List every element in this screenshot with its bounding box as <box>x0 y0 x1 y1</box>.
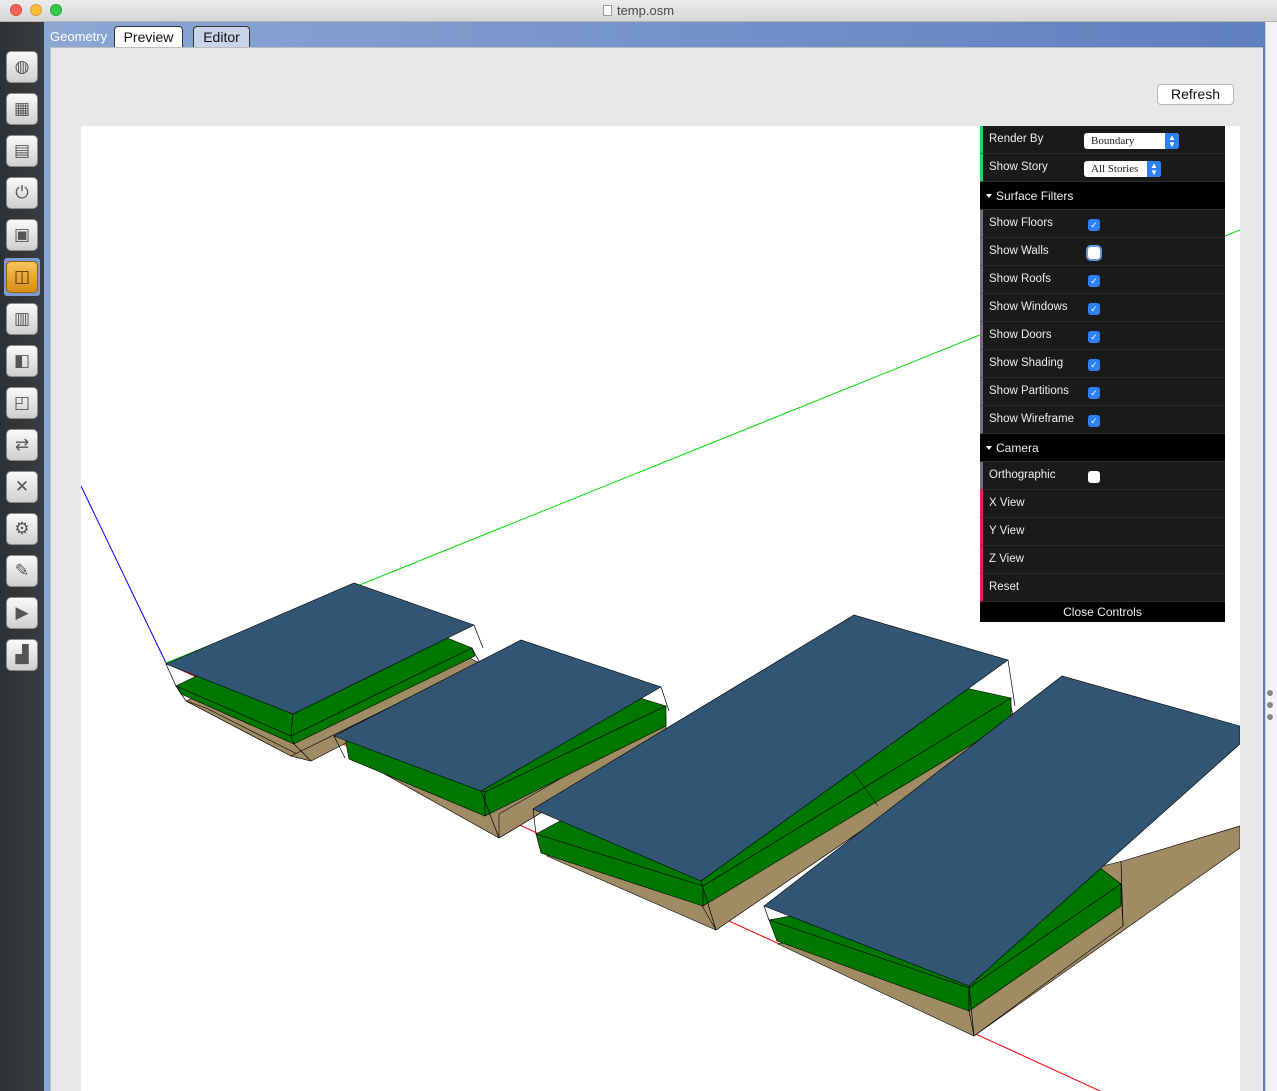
show-walls-row: Show Walls <box>980 238 1225 266</box>
select-stepper-icon: ▲ ▼ <box>1165 133 1179 149</box>
splitter-grip-dot <box>1267 702 1273 708</box>
thermal-zones-icon: ◰ <box>6 387 38 419</box>
show-doors-row: Show Doors ✓ <box>980 322 1225 350</box>
render-by-select[interactable]: Boundary ▲ ▼ <box>1084 133 1179 149</box>
camera-title: Camera <box>996 441 1039 455</box>
hvac-systems-icon: ⇄ <box>6 429 38 461</box>
show-roofs-row: Show Roofs ✓ <box>980 266 1225 294</box>
reset-label: Reset <box>989 581 1020 593</box>
show-shading-label: Show Shading <box>989 357 1064 369</box>
simulation-settings-gear-icon: ⚙ <box>6 513 38 545</box>
sidebar-item-variables[interactable]: ✕ <box>4 468 40 506</box>
show-roofs-label: Show Roofs <box>989 273 1052 285</box>
facility-building-icon: ▥ <box>6 303 38 335</box>
splitter-grip-dot <box>1267 714 1273 720</box>
sidebar-item-facility-building[interactable]: ▥ <box>4 300 40 338</box>
sidebar-item-schedules-calendar[interactable]: ▦ <box>4 90 40 128</box>
close-controls-button[interactable]: Close Controls <box>980 602 1225 622</box>
show-floors-label: Show Floors <box>989 217 1053 229</box>
axis-z-line <box>81 485 167 664</box>
constructions-brick-icon: ▤ <box>6 135 38 167</box>
reset-button[interactable]: Reset <box>980 574 1225 602</box>
x-view-button[interactable]: X View <box>980 490 1225 518</box>
measures-scroll-icon: ✎ <box>6 555 38 587</box>
window-title: temp.osm <box>0 3 1277 18</box>
show-partitions-checkbox[interactable]: ✓ <box>1088 387 1100 399</box>
z-view-button[interactable]: Z View <box>980 546 1225 574</box>
show-windows-row: Show Windows ✓ <box>980 294 1225 322</box>
show-windows-checkbox[interactable]: ✓ <box>1088 303 1100 315</box>
x-view-label: X View <box>989 497 1025 509</box>
right-splitter[interactable] <box>1265 22 1277 1091</box>
caret-down-icon <box>986 194 992 198</box>
render-by-row: Render By Boundary ▲ ▼ <box>980 126 1225 154</box>
spaces-box-icon: ◧ <box>6 345 38 377</box>
y-view-button[interactable]: Y View <box>980 518 1225 546</box>
surface-filters-title: Surface Filters <box>996 189 1074 203</box>
show-walls-checkbox[interactable] <box>1088 247 1100 259</box>
refresh-button[interactable]: Refresh <box>1157 84 1234 105</box>
select-stepper-icon: ▲ ▼ <box>1147 161 1161 177</box>
sidebar-item-results-chart[interactable]: ▟ <box>4 636 40 674</box>
geometry-icon: ◫ <box>6 261 38 293</box>
sidebar-item-loads-outlet[interactable]: ⏻ <box>4 174 40 212</box>
show-story-select[interactable]: All Stories ▲ ▼ <box>1084 161 1161 177</box>
show-doors-label: Show Doors <box>989 329 1052 341</box>
splitter-grip-dot <box>1267 690 1273 696</box>
window-title-text: temp.osm <box>616 3 675 18</box>
sidebar-item-site-globe[interactable]: ◍ <box>4 48 40 86</box>
show-partitions-row: Show Partitions ✓ <box>980 378 1225 406</box>
show-walls-label: Show Walls <box>989 245 1049 257</box>
sidebar-item-spaces-box[interactable]: ◧ <box>4 342 40 380</box>
sidebar-item-run-simulation[interactable]: ▶ <box>4 594 40 632</box>
surface-filters-folder[interactable]: Surface Filters <box>980 182 1225 210</box>
orthographic-checkbox[interactable] <box>1088 471 1100 483</box>
schedules-calendar-icon: ▦ <box>6 93 38 125</box>
results-chart-icon: ▟ <box>6 639 38 671</box>
sidebar-item-measures-scroll[interactable]: ✎ <box>4 552 40 590</box>
show-roofs-checkbox[interactable]: ✓ <box>1088 275 1100 287</box>
y-view-label: Y View <box>989 525 1025 537</box>
run-simulation-icon: ▶ <box>6 597 38 629</box>
camera-folder[interactable]: Camera <box>980 434 1225 462</box>
variables-icon: ✕ <box>6 471 38 503</box>
show-story-value: All Stories <box>1091 163 1139 175</box>
show-shading-row: Show Shading ✓ <box>980 350 1225 378</box>
space-types-icon: ▣ <box>6 219 38 251</box>
show-partitions-label: Show Partitions <box>989 385 1069 397</box>
show-wireframe-row: Show Wireframe ✓ <box>980 406 1225 434</box>
sidebar-item-simulation-settings-gear[interactable]: ⚙ <box>4 510 40 548</box>
z-view-label: Z View <box>989 553 1024 565</box>
caret-down-icon <box>986 446 992 450</box>
show-windows-label: Show Windows <box>989 301 1068 313</box>
section-title: Geometry <box>50 29 108 44</box>
show-story-row: Show Story All Stories ▲ ▼ <box>980 154 1225 182</box>
show-doors-checkbox[interactable]: ✓ <box>1088 331 1100 343</box>
orthographic-row: Orthographic <box>980 462 1225 490</box>
orthographic-label: Orthographic <box>989 469 1056 481</box>
show-wireframe-label: Show Wireframe <box>989 413 1074 425</box>
loads-outlet-icon: ⏻ <box>6 177 38 209</box>
sidebar-item-constructions-brick[interactable]: ▤ <box>4 132 40 170</box>
sidebar-item-hvac-systems[interactable]: ⇄ <box>4 426 40 464</box>
render-by-label: Render By <box>989 133 1044 145</box>
window-titlebar: temp.osm <box>0 0 1277 22</box>
document-icon <box>602 5 612 16</box>
sidebar-item-space-types[interactable]: ▣ <box>4 216 40 254</box>
show-floors-row: Show Floors ✓ <box>980 210 1225 238</box>
show-wireframe-checkbox[interactable]: ✓ <box>1088 415 1100 427</box>
show-story-label: Show Story <box>989 161 1048 173</box>
tab-editor[interactable]: Editor <box>193 26 250 48</box>
show-shading-checkbox[interactable]: ✓ <box>1088 359 1100 371</box>
sidebar-item-geometry[interactable]: ◫ <box>4 258 40 296</box>
show-floors-checkbox[interactable]: ✓ <box>1088 219 1100 231</box>
render-by-value: Boundary <box>1091 135 1135 147</box>
site-globe-icon: ◍ <box>6 51 38 83</box>
sidebar-item-thermal-zones[interactable]: ◰ <box>4 384 40 422</box>
tab-preview[interactable]: Preview <box>114 26 183 49</box>
render-controls-panel: Render By Boundary ▲ ▼ Show Story All Sto… <box>980 126 1225 622</box>
sidebar: ◍ ▦ ▤ ⏻ ▣ ◫ ▥ ◧ ◰ ⇄ ✕ ⚙ ✎ ▶ ▟ <box>0 22 44 1091</box>
